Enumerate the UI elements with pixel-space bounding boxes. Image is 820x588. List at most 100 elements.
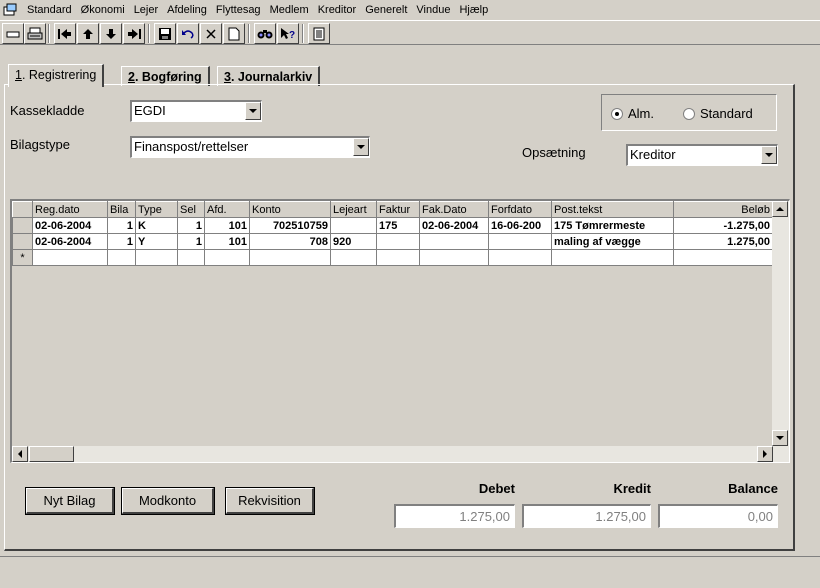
menu-item-standard[interactable]: Standard	[23, 3, 77, 17]
delete-icon[interactable]	[200, 23, 222, 44]
table-cell[interactable]	[204, 249, 250, 266]
menu-item-medlem[interactable]: Medlem	[266, 3, 314, 17]
column-header[interactable]: Type	[135, 201, 178, 218]
help-pointer-icon[interactable]: ?	[277, 23, 299, 44]
table-cell[interactable]: 101	[204, 233, 250, 250]
table-cell[interactable]: 1	[177, 217, 205, 234]
table-cell[interactable]: 702510759	[249, 217, 331, 234]
chevron-down-icon[interactable]	[761, 146, 777, 164]
table-cell[interactable]: maling af vægge	[551, 233, 674, 250]
menu-item-kreditor[interactable]: Kreditor	[314, 3, 362, 17]
table-cell[interactable]	[488, 233, 552, 250]
scroll-down-icon[interactable]	[772, 430, 788, 446]
new-row[interactable]: *	[12, 249, 773, 266]
scroll-right-icon[interactable]	[757, 446, 773, 462]
menu-item-afdeling[interactable]: Afdeling	[163, 3, 212, 17]
table-cell[interactable]: 02-06-2004	[32, 217, 108, 234]
last-record-icon[interactable]	[123, 23, 145, 44]
table-cell[interactable]: Y	[135, 233, 178, 250]
scroll-left-icon[interactable]	[12, 446, 28, 462]
column-header[interactable]: Fak.Dato	[419, 201, 489, 218]
table-cell[interactable]: 175 Tømrermeste	[551, 217, 674, 234]
table-cell[interactable]: 101	[204, 217, 250, 234]
table-cell[interactable]	[673, 249, 773, 266]
table-cell[interactable]: 920	[330, 233, 377, 250]
table-cell[interactable]	[107, 249, 136, 266]
radio-alm-indicator[interactable]	[611, 107, 623, 120]
undo-icon[interactable]	[177, 23, 199, 44]
row-selector[interactable]	[12, 233, 33, 250]
table-cell[interactable]: 16-06-200	[488, 217, 552, 234]
table-cell[interactable]	[376, 249, 420, 266]
table-cell[interactable]: 1	[107, 233, 136, 250]
menu-item-generelt[interactable]: Generelt	[361, 3, 412, 17]
column-header[interactable]: Post.tekst	[551, 201, 674, 218]
print-icon[interactable]	[24, 23, 46, 44]
radio-standard-indicator[interactable]	[683, 107, 695, 120]
radio-alm[interactable]: Alm.	[611, 106, 654, 121]
new-row-marker[interactable]: *	[12, 249, 33, 266]
column-header[interactable]: Konto	[249, 201, 331, 218]
rekvisition-button[interactable]: Rekvisition	[225, 487, 315, 515]
new-document-icon[interactable]	[223, 23, 245, 44]
column-header[interactable]: Reg.dato	[32, 201, 108, 218]
bilagstype-select[interactable]: Finanspost/rettelser	[130, 136, 370, 158]
table-cell[interactable]	[330, 249, 377, 266]
scroll-up-icon[interactable]	[772, 201, 788, 217]
opsaetning-select[interactable]: Kreditor	[626, 144, 778, 166]
column-header[interactable]: Afd.	[204, 201, 250, 218]
table-row[interactable]: 02-06-2004 1 K 1 101 702510759 175 02-06-2004 16…	[12, 217, 773, 234]
table-cell[interactable]: 02-06-2004	[32, 233, 108, 250]
table-cell[interactable]	[330, 217, 377, 234]
table-cell[interactable]: K	[135, 217, 178, 234]
table-cell[interactable]: -1.275,00	[673, 217, 773, 234]
app-system-icon[interactable]	[3, 3, 17, 16]
save-icon[interactable]	[154, 23, 176, 44]
table-cell[interactable]	[419, 233, 489, 250]
modkonto-button[interactable]: Modkonto	[121, 487, 215, 515]
menu-item-vindue[interactable]: Vindue	[412, 3, 455, 17]
table-cell[interactable]	[488, 249, 552, 266]
column-header[interactable]: Faktur	[376, 201, 420, 218]
menu-item-lejer[interactable]: Lejer	[130, 3, 163, 17]
horizontal-scroll-thumb[interactable]	[29, 446, 74, 462]
table-row[interactable]: 02-06-2004 1 Y 1 101 708 920 maling af vægge 1.2…	[12, 233, 773, 250]
table-cell[interactable]: 1	[177, 233, 205, 250]
table-cell[interactable]	[249, 249, 331, 266]
tab-journalarkiv[interactable]: 3. Journalarkiv	[217, 66, 321, 86]
chevron-down-icon[interactable]	[245, 102, 261, 120]
row-selector[interactable]	[12, 217, 33, 234]
column-header[interactable]: Bila	[107, 201, 136, 218]
find-icon[interactable]	[254, 23, 276, 44]
column-header[interactable]: Forfdato	[488, 201, 552, 218]
table-cell[interactable]	[177, 249, 205, 266]
menu-item-hj-lp[interactable]: Hjælp	[455, 3, 493, 17]
menu-item--konomi[interactable]: Økonomi	[77, 3, 130, 17]
menu-item-flyttesag[interactable]: Flyttesag	[212, 3, 266, 17]
first-record-icon[interactable]	[54, 23, 76, 44]
nyt-bilag-button[interactable]: Nyt Bilag	[25, 487, 115, 515]
vertical-scrollbar[interactable]	[772, 201, 789, 446]
journal-grid[interactable]: Reg.dato Bila Type Sel Afd. Konto Lejeart Faktu…	[10, 199, 790, 463]
table-cell[interactable]	[32, 249, 108, 266]
table-cell[interactable]	[376, 233, 420, 250]
table-cell[interactable]: 708	[249, 233, 331, 250]
column-header[interactable]: Lejeart	[330, 201, 377, 218]
table-cell[interactable]	[135, 249, 178, 266]
tab-registrering[interactable]: 1. Registrering	[8, 64, 105, 87]
tab-bogforing[interactable]: 2. Bogføring	[121, 66, 210, 86]
kassekladde-select[interactable]: EGDI	[130, 100, 262, 122]
radio-standard[interactable]: Standard	[683, 106, 753, 121]
table-cell[interactable]	[551, 249, 674, 266]
window-icon[interactable]	[2, 23, 24, 44]
table-cell[interactable]: 02-06-2004	[419, 217, 489, 234]
horizontal-scrollbar[interactable]	[12, 446, 789, 462]
table-cell[interactable]: 175	[376, 217, 420, 234]
table-cell[interactable]: 1	[107, 217, 136, 234]
report-icon[interactable]	[308, 23, 330, 44]
chevron-down-icon[interactable]	[353, 138, 369, 156]
column-header[interactable]: Sel	[177, 201, 205, 218]
column-header[interactable]: Beløb	[673, 201, 773, 218]
table-cell[interactable]	[419, 249, 489, 266]
table-cell[interactable]: 1.275,00	[673, 233, 773, 250]
